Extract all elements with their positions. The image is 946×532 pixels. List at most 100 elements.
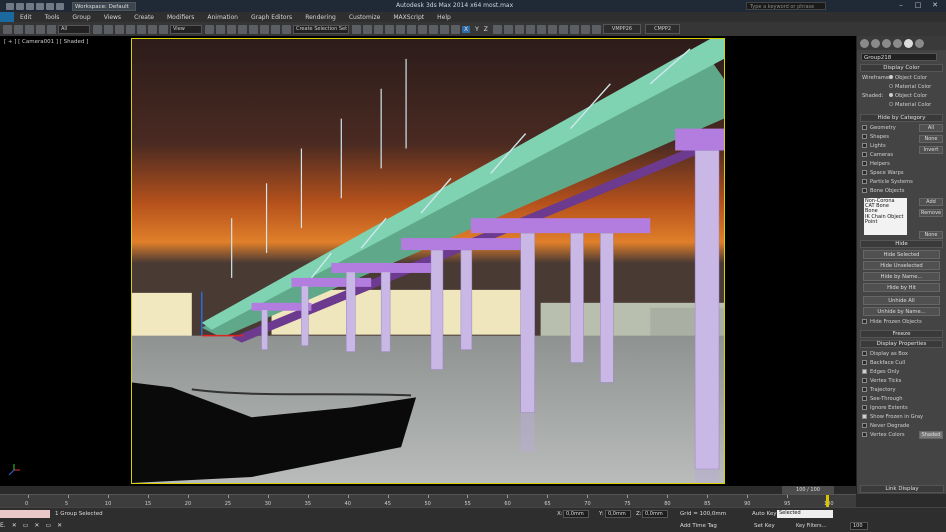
create-tab-icon[interactable] [860,38,869,48]
all-button[interactable]: All [919,124,943,132]
window-crossing-icon[interactable] [126,24,135,34]
utilities-tab-icon[interactable] [915,38,924,48]
reference-coordinate-select[interactable]: View [170,24,202,34]
taskbar-window-icon[interactable]: ▭ [23,522,29,529]
viewport-label[interactable]: [ + ] [ Camera001 ] [ Shaded ] [4,39,88,45]
select-rotate-icon[interactable] [148,24,157,34]
display-property-checkbox[interactable]: Never Degrade [857,422,946,431]
menu-customize[interactable]: Customize [349,14,381,21]
menu-modifiers[interactable]: Modifiers [167,14,194,21]
rollout-display-properties[interactable]: Display Properties [860,340,943,348]
key-filters-button[interactable]: Key Filters... [796,523,826,529]
unhide-by-name-button[interactable]: Unhide by Name... [863,307,940,316]
category-space-warps[interactable]: Space Warps [857,169,946,178]
checkbox-icon[interactable] [862,360,867,365]
checkbox-icon[interactable] [862,369,867,374]
vertex-colors-shaded-button[interactable]: Shaded [919,431,943,439]
auto-key-button[interactable]: Auto Key [752,511,777,517]
list-none-button[interactable]: None [919,231,943,239]
menu-graph-editors[interactable]: Graph Editors [251,14,292,21]
select-scale-icon[interactable] [159,24,168,34]
current-frame-field[interactable]: 100 [850,522,868,530]
display-property-checkbox[interactable]: Vertex Ticks [857,377,946,386]
display-property-checkbox[interactable]: Trajectory [857,386,946,395]
snaps-toggle-icon[interactable] [238,24,247,34]
unlink-icon[interactable] [36,24,45,34]
curve-editor-icon[interactable] [396,24,405,34]
hierarchy-tab-icon[interactable] [882,38,891,48]
category-particle-systems[interactable]: Particle Systems [857,178,946,187]
display-property-checkbox[interactable]: See-Through [857,395,946,404]
maximize-icon[interactable]: □ [911,1,925,10]
rollout-display-color[interactable]: Display Color [860,64,943,72]
select-move-icon[interactable] [137,24,146,34]
menu-help[interactable]: Help [437,14,451,21]
maxscript-listener-field[interactable] [0,510,50,518]
open-file-icon[interactable] [16,2,24,10]
y-coordinate-field[interactable]: 0,0mm [605,510,631,518]
extra-tool-icon[interactable] [525,24,535,34]
invert-button[interactable]: Invert [919,146,943,154]
motion-tab-icon[interactable] [893,38,902,48]
rendered-frame-icon[interactable] [440,24,449,34]
add-time-tag[interactable]: Add Time Tag [680,523,717,529]
unhide-all-button[interactable]: Unhide All [863,296,940,305]
extra-tool-6-icon[interactable] [580,24,590,34]
render-setup-icon[interactable] [429,24,438,34]
graphite-tools-icon[interactable] [385,24,394,34]
category-list[interactable]: Non-Corona CAT Bone Bone IK Chain Object… [864,198,907,235]
close-icon[interactable]: ✕ [928,1,942,10]
taskbar-close-icon[interactable]: ✕ [12,522,17,529]
selection-filter-select[interactable]: All [58,24,90,34]
category-bone-objects[interactable]: Bone Objects [857,187,946,196]
named-selection-set-select[interactable]: Create Selection Set [293,24,349,34]
axis-constraint-icon[interactable] [503,24,513,34]
bridge-scene-render[interactable] [131,38,725,484]
link-icon[interactable] [25,24,34,34]
checkbox-icon[interactable] [862,378,867,383]
workspace-selector[interactable]: Workspace: Default [72,1,136,11]
angle-snap-icon[interactable] [249,24,258,34]
new-file-icon[interactable] [6,2,14,10]
extra-tool-4-icon[interactable] [558,24,568,34]
hide-by-hit-button[interactable]: Hide by Hit [863,283,940,292]
axis-x-toggle[interactable]: X [462,25,471,33]
minimize-icon[interactable]: – [894,1,908,10]
bind-space-warp-icon[interactable] [47,24,56,34]
menu-group[interactable]: Group [72,14,90,21]
camera-viewport[interactable]: [ + ] [ Camera001 ] [ Shaded ] [0,36,856,486]
app-logo-icon[interactable] [0,12,14,22]
menu-animation[interactable]: Animation [207,14,238,21]
shaded-material-row[interactable]: Material Color [857,101,946,110]
list-item[interactable]: Point [865,219,906,225]
display-property-checkbox[interactable]: Display as Box [857,350,946,359]
extra-tool-5-icon[interactable] [569,24,579,34]
help-search-input[interactable]: Type a keyword or phrase [746,2,826,10]
z-coordinate-field[interactable]: 0,0mm [642,510,668,518]
menu-tools[interactable]: Tools [45,14,60,21]
schematic-view-icon[interactable] [407,24,416,34]
keyboard-shortcut-icon[interactable] [227,24,236,34]
none-button[interactable]: None [919,135,943,143]
hide-by-name-button[interactable]: Hide by Name... [863,272,940,281]
menu-rendering[interactable]: Rendering [305,14,336,21]
axis-y-toggle[interactable]: Y [475,26,479,33]
display-property-checkbox[interactable]: Edges Only [857,368,946,377]
extra-tool-3-icon[interactable] [547,24,557,34]
rollout-hide[interactable]: Hide [860,240,943,248]
taskbar-window-icon[interactable]: ▭ [45,522,51,529]
select-object-icon[interactable] [93,24,102,34]
material-editor-icon[interactable] [418,24,427,34]
percent-snap-icon[interactable] [260,24,269,34]
mirror-icon[interactable] [352,24,361,34]
checkbox-icon[interactable] [862,432,867,437]
axis-z-toggle[interactable]: Z [484,26,488,33]
tab-vmpp26[interactable]: VMPP26 [602,24,642,34]
layer-manager-icon[interactable] [374,24,383,34]
render-icon[interactable] [451,24,460,34]
menu-views[interactable]: Views [104,14,121,21]
hide-selected-button[interactable]: Hide Selected [863,250,940,259]
extra-tool-7-icon[interactable] [591,24,601,34]
time-slider[interactable]: 100 / 100 [782,486,834,494]
extra-tool-2-icon[interactable] [536,24,546,34]
